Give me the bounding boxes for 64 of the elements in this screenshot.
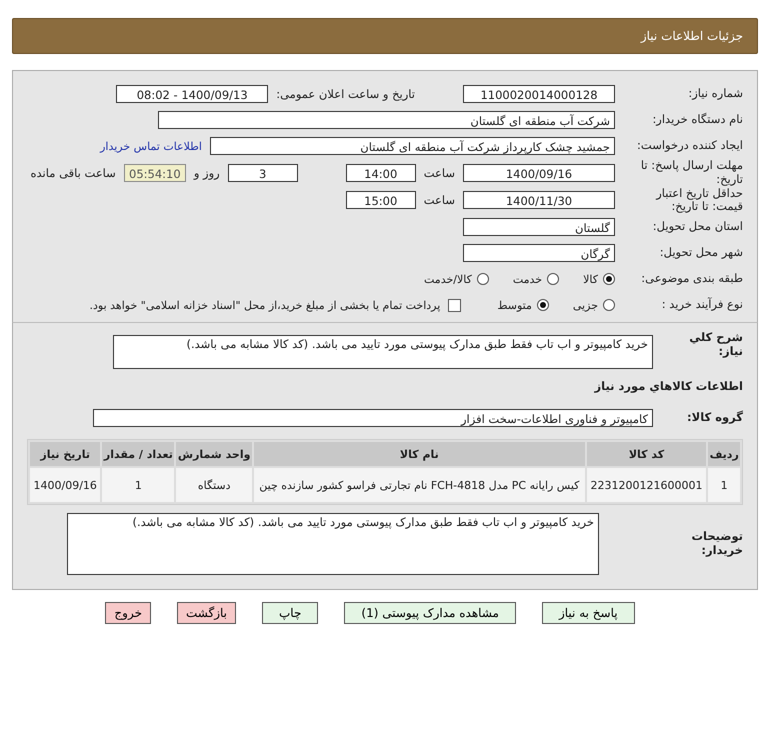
action-button[interactable]: خروج: [105, 602, 151, 624]
field-label: مهلت ارسال پاسخ: تا تاریخ:: [640, 159, 743, 187]
field-label: شرح کلي نیاز:: [688, 331, 743, 359]
city-field: گرگان: [463, 244, 615, 262]
column-header: کد کالا: [586, 442, 706, 466]
radio-label: متوسط: [497, 298, 532, 312]
table-cell: 1: [102, 468, 174, 502]
column-header: تعداد / مقدار: [102, 442, 174, 466]
page-title: جزئیات اطلاعات نیاز: [640, 29, 743, 43]
province-field: گلستان: [463, 218, 615, 236]
field-label: تاریخ و ساعت اعلان عمومی:: [276, 87, 415, 101]
section-heading: اطلاعات کالاهاي مورد نیاز: [593, 379, 743, 394]
radio-button[interactable]: [476, 273, 489, 286]
radio-button[interactable]: [603, 273, 615, 286]
field-label: گروه کالا:: [686, 411, 743, 426]
creator-field: جمشید چشک کارپرداز شرکت آب منطقه ای گلستان: [210, 137, 615, 155]
field-label: ایجاد کننده درخواست:: [636, 139, 743, 153]
radio-label: کالا: [583, 272, 598, 286]
table-cell: کیس رایانه PC مدل FCH-4818 نام تجارتی فراسو کشور سازنده چین: [254, 468, 585, 502]
column-header: ردیف: [708, 442, 740, 466]
date-field: 1400/09/16: [463, 164, 615, 182]
time-field: 15:00: [346, 191, 416, 210]
table-cell: 1400/09/16: [30, 468, 100, 502]
table-cell: 2231200121600001: [586, 468, 706, 502]
column-header: نام کالا: [254, 442, 585, 466]
action-button[interactable]: چاپ: [262, 602, 318, 624]
action-button[interactable]: مشاهده مدارک پیوستی (1): [344, 602, 516, 624]
date-field: 1400/11/30: [463, 191, 615, 210]
field-label: ساعت: [424, 193, 455, 208]
buyer-field: شرکت آب منطقه ای گلستان: [158, 111, 615, 129]
checkbox[interactable]: [448, 298, 462, 312]
checkbox-label: پرداخت تمام یا بخشی از مبلغ خرید،از محل "اسناد خزانه اسلامی" خواهد بود.: [90, 298, 440, 312]
field-label: استان محل تحویل:: [652, 220, 743, 234]
remaining-time-field: 05:54:10: [124, 164, 186, 182]
field-label: ساعت: [424, 166, 455, 180]
table-cell: دستگاه: [176, 468, 252, 502]
goods-group-field: کامپیوتر و فناوری اطلاعات-سخت افزار: [93, 409, 653, 428]
field-label: توضیحات خریدار:: [690, 530, 743, 558]
buyer-contact-link[interactable]: اطلاعات تماس خریدار: [100, 140, 202, 152]
need-number-field: 1100020014000128: [463, 85, 615, 103]
field-label: نام دستگاه خریدار:: [651, 113, 743, 127]
announce-date-field: 1400/09/13 - 08:02: [116, 85, 268, 103]
radio-button[interactable]: [536, 299, 549, 312]
field-label: ساعت باقی مانده: [30, 166, 116, 180]
radio-label: کالا/خدمت: [424, 272, 472, 286]
days-field: 3: [228, 164, 298, 182]
column-header: تاریخ نیاز: [30, 442, 100, 466]
field-label: نوع فرآیند خرید :: [660, 298, 743, 312]
action-button[interactable]: بازگشت: [177, 602, 236, 624]
field-label: شماره نیاز:: [687, 87, 743, 101]
description-field: خرید کامپیوتر و اب تاب فقط طبق مدارک پیوستی مورد تایید می باشد. (کد کالا مشابه می باشد.): [113, 335, 653, 370]
radio-button[interactable]: [603, 299, 615, 312]
action-button[interactable]: پاسخ به نیاز: [542, 602, 635, 624]
field-label: طبقه بندی موضوعی:: [640, 272, 743, 286]
radio-label: جزیی: [572, 298, 598, 312]
column-header: واحد شمارش: [176, 442, 252, 466]
buyer-notes-field: خرید کامپیوتر و اب تاب فقط طبق مدارک پیوستی مورد تایید می باشد. (کد کالا مشابه می باشد.): [67, 513, 599, 576]
field-label: شهر محل تحویل:: [658, 246, 743, 260]
field-label: روز و: [194, 166, 220, 180]
time-field: 14:00: [346, 164, 416, 182]
radio-label: خدمت: [512, 272, 542, 286]
table-cell: 1: [708, 468, 740, 502]
radio-button[interactable]: [547, 273, 560, 286]
field-label: حداقل تاریخ اعتبار قیمت: تا تاریخ:: [654, 186, 743, 214]
